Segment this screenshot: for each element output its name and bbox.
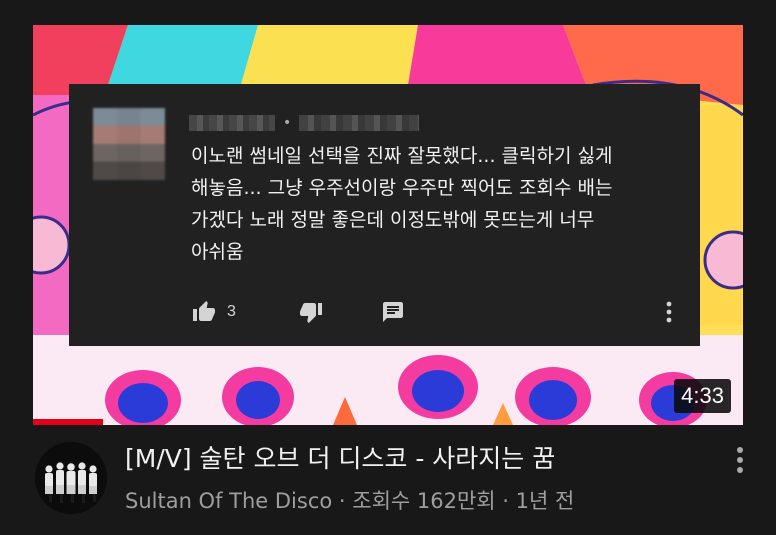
- watch-progress-bar: [33, 419, 103, 425]
- comment-reply-icon: [383, 302, 403, 322]
- commenter-avatar[interactable]: [93, 108, 165, 180]
- more-vertical-icon: [666, 301, 672, 323]
- comment-text: 이노랜 썸네일 선택을 진짜 잘못했다... 클릭하기 싫게 해놓음... 그냥…: [191, 145, 613, 263]
- band-photo: [35, 442, 107, 514]
- video-card: 4:33 • 이노랜 썸네일 선택을 진짜 잘못했다... 클릭하기 싫게 해놓…: [0, 0, 776, 535]
- duration-badge: 4:33: [674, 379, 731, 413]
- like-count: 3: [227, 303, 236, 320]
- comment-timestamp-redacted: [299, 115, 420, 131]
- dislike-button[interactable]: [298, 298, 324, 326]
- video-meta[interactable]: Sultan Of The Disco · 조회수 162만회 · 1년 전: [125, 484, 705, 518]
- separator-dot: •: [283, 115, 292, 131]
- more-vertical-icon: [737, 447, 743, 473]
- commenter-name-redacted: [189, 115, 275, 131]
- comment-header-redacted: •: [189, 114, 420, 132]
- video-more-button[interactable]: [730, 444, 750, 476]
- video-title[interactable]: [M/V] 술탄 오브 더 디스코 - 사라지는 꿈: [125, 440, 705, 478]
- comment-more-button[interactable]: [661, 298, 677, 326]
- reply-button[interactable]: [381, 298, 405, 326]
- like-button[interactable]: 3: [191, 298, 236, 326]
- thumbs-up-icon: [193, 301, 215, 321]
- channel-avatar[interactable]: [35, 442, 107, 514]
- comment-actions: 3: [191, 298, 691, 328]
- comment-overlay: • 이노랜 썸네일 선택을 진짜 잘못했다... 클릭하기 싫게 해놓음... …: [69, 84, 700, 346]
- thumbs-down-icon: [300, 303, 322, 323]
